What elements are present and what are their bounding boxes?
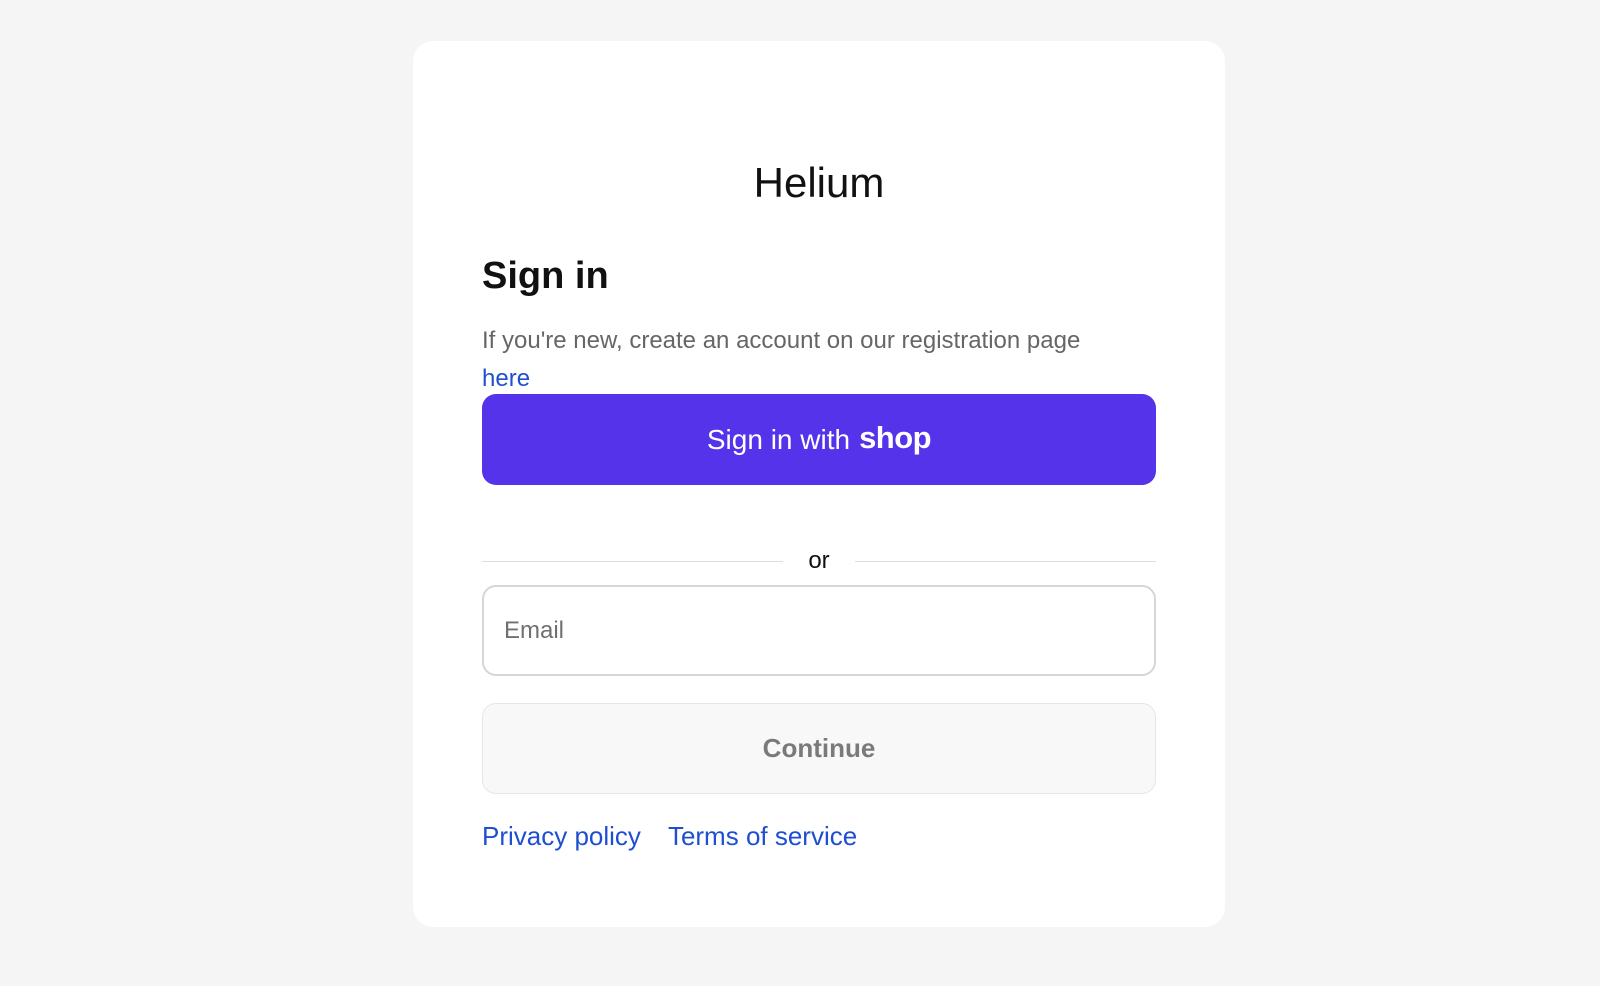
terms-of-service-link[interactable]: Terms of service: [668, 821, 857, 852]
registration-link[interactable]: here: [482, 365, 530, 392]
registration-intro: If you're new, create an account on our …: [482, 322, 1102, 398]
or-divider: or: [482, 546, 1156, 576]
continue-button[interactable]: Continue: [482, 703, 1156, 794]
email-input[interactable]: [482, 585, 1156, 676]
divider-line-right: [854, 560, 1156, 562]
privacy-policy-link[interactable]: Privacy policy: [482, 821, 641, 852]
shop-logo-icon: shop: [859, 419, 932, 455]
registration-intro-text: If you're new, create an account on our …: [482, 327, 1081, 354]
divider-line-left: [482, 560, 784, 562]
footer-links: Privacy policy Terms of service: [482, 821, 857, 852]
brand-logo[interactable]: Helium: [413, 159, 1225, 207]
divider-label: or: [808, 547, 830, 574]
sign-in-with-shop-button[interactable]: Sign in with shop: [482, 394, 1156, 485]
signin-card: Helium Sign in If you're new, create an …: [413, 41, 1225, 927]
page-title: Sign in: [482, 255, 609, 297]
shop-button-label: Sign in with: [706, 423, 851, 455]
